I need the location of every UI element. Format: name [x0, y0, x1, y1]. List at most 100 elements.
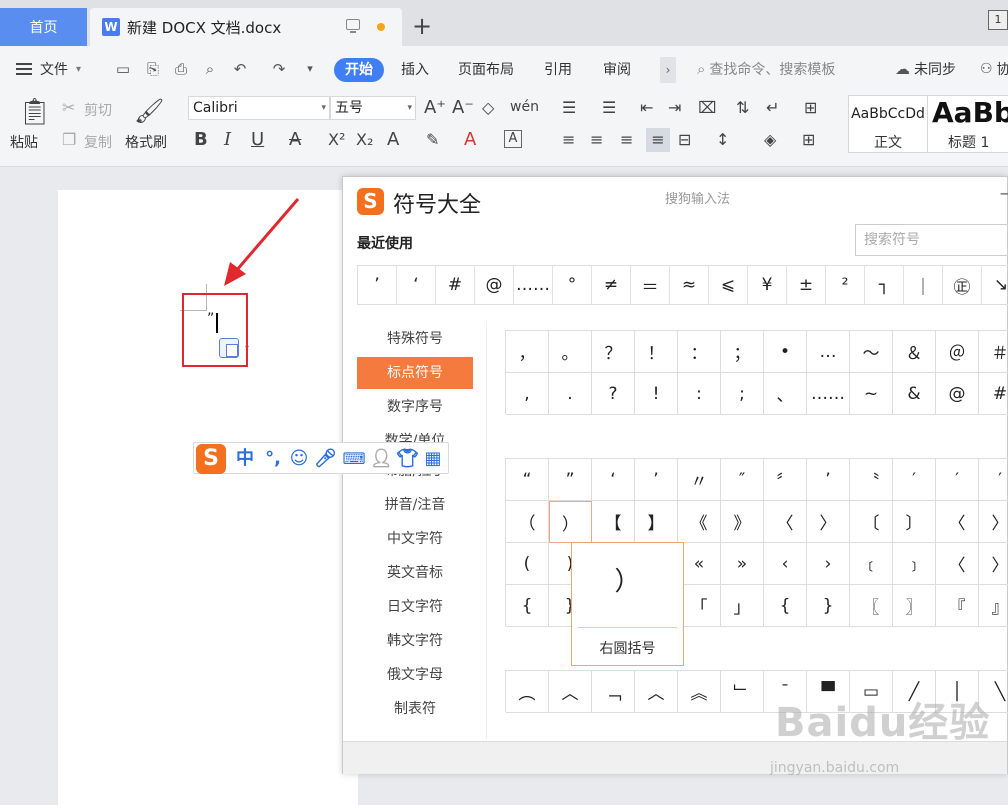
symbol-cell[interactable]: ″ — [721, 459, 764, 501]
symbol-cell[interactable]: ” — [549, 459, 592, 501]
symbol-cell[interactable]: 】 — [635, 501, 678, 543]
category-item[interactable]: 俄文字母 — [357, 659, 473, 691]
symbol-search-input[interactable]: 搜索符号 — [855, 224, 1008, 256]
symbol-cell[interactable]: 〉 — [979, 543, 1008, 585]
symbol-cell[interactable]: ′ — [936, 459, 979, 501]
symbol-cell[interactable]: 》 — [721, 501, 764, 543]
symbol-cell[interactable]: & — [893, 373, 936, 415]
close-icon[interactable]: − — [999, 184, 1008, 203]
symbol-cell[interactable]: ﹞ — [893, 543, 936, 585]
symbol-cell[interactable]: @ — [936, 373, 979, 415]
symbol-cell[interactable]: ‹ — [764, 543, 807, 585]
symbol-cell[interactable]: ！ — [635, 331, 678, 373]
symbol-cell[interactable]: ? — [592, 373, 635, 415]
recent-symbol[interactable]: …… — [514, 266, 553, 304]
symbol-cell[interactable]: “ — [506, 459, 549, 501]
recent-symbol[interactable]: ㊣ — [943, 266, 982, 304]
symbol-cell[interactable]: › — [807, 543, 850, 585]
sogou-logo-icon[interactable]: S — [196, 444, 226, 474]
symbol-cell[interactable]: ’ — [807, 459, 850, 501]
symbol-cell[interactable]: 〖 — [850, 585, 893, 627]
recent-symbol[interactable]: ° — [553, 266, 592, 304]
category-item[interactable]: 英文音标 — [357, 557, 473, 589]
symbol-cell[interactable]: 〝 — [850, 459, 893, 501]
category-item[interactable]: 中文字符 — [357, 523, 473, 555]
symbol-cell[interactable]: ， — [506, 331, 549, 373]
symbol-cell[interactable]: ＃ — [979, 331, 1008, 373]
symbol-cell[interactable]: 〗 — [893, 585, 936, 627]
recent-symbol[interactable]: ｜ — [904, 266, 943, 304]
symbol-cell[interactable]: ＠ — [936, 331, 979, 373]
symbol-cell[interactable]: 、 — [764, 373, 807, 415]
symbol-cell[interactable]: ! — [635, 373, 678, 415]
recent-symbol[interactable]: # — [436, 266, 475, 304]
symbol-cell[interactable]: ︿ — [635, 671, 678, 713]
recent-symbol[interactable]: ↘ — [982, 266, 1008, 304]
recent-symbol[interactable]: ⩽ — [709, 266, 748, 304]
toolbox-icon[interactable]: ▦ — [422, 446, 444, 472]
symbol-cell[interactable]: （ — [506, 501, 549, 543]
symbol-cell[interactable]: 〉 — [807, 501, 850, 543]
symbol-cell[interactable]: ？ — [592, 331, 635, 373]
symbol-cell[interactable]: 〞 — [764, 459, 807, 501]
category-item[interactable]: 数字序号 — [357, 391, 473, 423]
symbol-cell[interactable]: : — [678, 373, 721, 415]
symbol-cell[interactable]: ( — [506, 543, 549, 585]
symbol-cell[interactable]: 〉 — [979, 501, 1008, 543]
symbol-cell[interactable]: ′ — [893, 459, 936, 501]
symbol-cell[interactable]: ; — [721, 373, 764, 415]
recent-symbol[interactable]: @ — [475, 266, 514, 304]
recent-symbol[interactable]: ¥ — [748, 266, 787, 304]
category-item[interactable]: 拼音/注音 — [357, 489, 473, 521]
symbol-cell[interactable]: { — [764, 585, 807, 627]
symbol-cell[interactable]: » — [721, 543, 764, 585]
symbol-cell[interactable]: … — [807, 331, 850, 373]
symbol-cell[interactable]: 【 — [592, 501, 635, 543]
symbol-cell[interactable]: ﹝ — [850, 543, 893, 585]
symbol-cell[interactable]: ︿ — [549, 671, 592, 713]
symbol-cell[interactable]: { — [506, 585, 549, 627]
emoji-icon[interactable]: ☺ — [288, 446, 310, 472]
punctuation-mode-button[interactable]: °, — [262, 446, 284, 472]
symbol-cell[interactable]: 〕 — [893, 501, 936, 543]
symbol-cell[interactable]: ＆ — [893, 331, 936, 373]
symbol-cell[interactable]: } — [807, 585, 850, 627]
symbol-cell[interactable]: 〈 — [936, 543, 979, 585]
symbol-cell[interactable]: • — [764, 331, 807, 373]
symbol-cell[interactable]: ’ — [635, 459, 678, 501]
symbol-cell[interactable]: ~ — [850, 373, 893, 415]
symbol-cell[interactable]: 〃 — [678, 459, 721, 501]
category-item[interactable]: 特殊符号 — [357, 323, 473, 355]
symbol-cell[interactable]: 「 — [678, 585, 721, 627]
recent-symbol[interactable]: ‘ — [397, 266, 436, 304]
category-item[interactable]: 制表符 — [357, 693, 473, 725]
symbol-cell[interactable]: ～ — [850, 331, 893, 373]
symbol-cell[interactable]: 。 — [549, 331, 592, 373]
symbol-cell[interactable]: ′ — [979, 459, 1008, 501]
skin-icon[interactable]: 👕︎ — [396, 446, 419, 472]
recent-symbol[interactable]: ┐ — [865, 266, 904, 304]
symbol-cell[interactable]: ﹁ — [592, 671, 635, 713]
recent-symbol[interactable]: ’ — [358, 266, 397, 304]
symbol-cell[interactable]: ： — [678, 331, 721, 373]
microphone-icon[interactable]: 🎤︎ — [314, 446, 337, 472]
chinese-mode-button[interactable]: 中 — [234, 446, 256, 472]
category-item[interactable]: 韩文字符 — [357, 625, 473, 657]
symbol-cell[interactable]: 〈 — [764, 501, 807, 543]
recent-symbol[interactable]: ² — [826, 266, 865, 304]
symbol-cell[interactable]: …… — [807, 373, 850, 415]
recent-symbol[interactable]: ≈ — [670, 266, 709, 304]
symbol-cell[interactable]: ） — [549, 501, 592, 543]
symbol-cell[interactable]: 』 — [979, 585, 1008, 627]
category-item[interactable]: 日文字符 — [357, 591, 473, 623]
recent-symbol[interactable]: ＝ — [631, 266, 670, 304]
recent-symbol[interactable]: ± — [787, 266, 826, 304]
symbol-cell[interactable]: ︵ — [506, 671, 549, 713]
symbol-cell[interactable]: # — [979, 373, 1008, 415]
symbol-cell[interactable]: « — [678, 543, 721, 585]
symbol-cell[interactable]: 」 — [721, 585, 764, 627]
recent-symbol[interactable]: ≠ — [592, 266, 631, 304]
symbol-cell[interactable]: ︽ — [678, 671, 721, 713]
symbol-cell[interactable]: 《 — [678, 501, 721, 543]
symbol-cell[interactable]: 〔 — [850, 501, 893, 543]
